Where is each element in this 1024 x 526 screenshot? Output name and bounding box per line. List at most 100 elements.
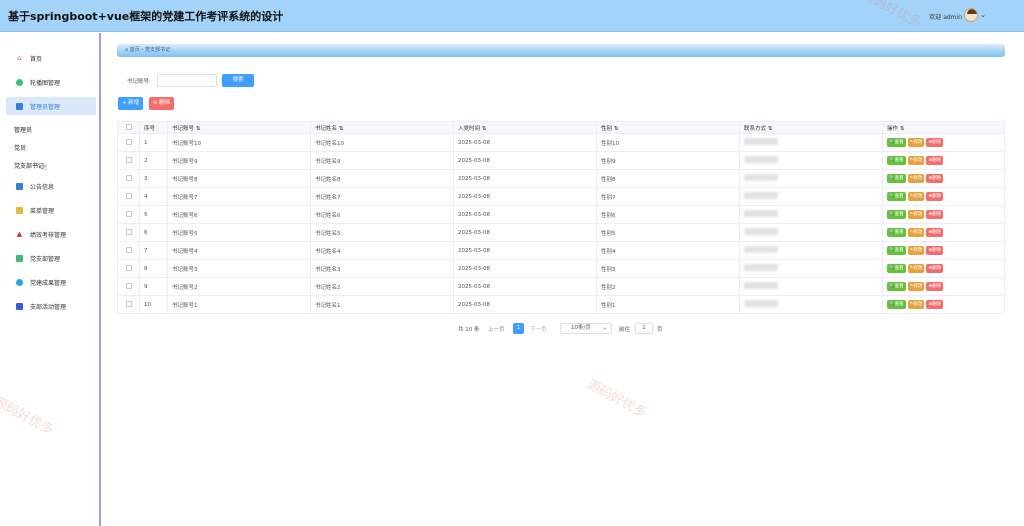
- delete-row-button[interactable]: ⊗删除: [926, 282, 944, 291]
- row-account: 书记账号9: [167, 151, 311, 170]
- delete-row-button[interactable]: ⊗删除: [926, 210, 944, 219]
- table-row: 3 书记账号8 书记姓名8 2025-03-08 性别8 🔍查看 ✎修改 ⊗删除: [117, 169, 1005, 188]
- carousel-icon: [16, 78, 23, 86]
- pagination-prev[interactable]: 上一页: [488, 325, 505, 333]
- activity-icon: [16, 302, 23, 310]
- row-checkbox[interactable]: [117, 223, 140, 242]
- row-actions: 🔍查看 ✎修改 ⊗删除: [882, 295, 1005, 314]
- edit-button[interactable]: ✎修改: [907, 282, 925, 291]
- row-phone: [739, 295, 883, 314]
- edit-button[interactable]: ✎修改: [907, 174, 925, 183]
- pagination-next[interactable]: 下一页: [530, 325, 547, 333]
- row-date: 2025-03-08: [453, 169, 597, 188]
- column-header[interactable]: 操作 ⇅: [882, 121, 1005, 134]
- row-phone: [739, 223, 883, 242]
- row-actions: 🔍查看 ✎修改 ⊗删除: [882, 151, 1005, 170]
- row-index: 1: [139, 133, 168, 152]
- column-header[interactable]: 性别 ⇅: [596, 121, 740, 134]
- sidebar-item-notice[interactable]: 公告信息: [6, 177, 96, 195]
- sidebar-item-admin[interactable]: 管理员管理: [6, 97, 96, 115]
- view-button[interactable]: 🔍查看: [887, 138, 906, 147]
- row-actions: 🔍查看 ✎修改 ⊗删除: [882, 169, 1005, 188]
- row-name: 书记姓名4: [310, 241, 454, 260]
- view-button[interactable]: 🔍查看: [887, 192, 906, 201]
- sidebar-item-activity[interactable]: 支部活动管理: [6, 297, 96, 315]
- column-header[interactable]: 书记账号 ⇅: [167, 121, 311, 134]
- view-button[interactable]: 🔍查看: [887, 264, 906, 273]
- row-actions: 🔍查看 ✎修改 ⊗删除: [882, 259, 1005, 278]
- sidebar-item-label: 管理员管理: [30, 103, 61, 111]
- add-button[interactable]: + 新增: [118, 97, 143, 110]
- edit-button[interactable]: ✎修改: [907, 156, 925, 165]
- sidebar-item-branch[interactable]: 党支部管理: [6, 249, 96, 267]
- row-checkbox[interactable]: [117, 187, 140, 206]
- sidebar-item-performance[interactable]: ▲ 绩效考核管理: [6, 225, 96, 243]
- delete-row-button[interactable]: ⊗删除: [926, 156, 944, 165]
- blurred-phone: [744, 138, 778, 145]
- edit-button[interactable]: ✎修改: [907, 210, 925, 219]
- edit-button[interactable]: ✎修改: [907, 300, 925, 309]
- row-checkbox[interactable]: [117, 295, 140, 314]
- goto-page-input[interactable]: 1: [635, 323, 653, 334]
- table-row: 8 书记账号3 书记姓名3 2025-03-08 性别3 🔍查看 ✎修改 ⊗删除: [117, 259, 1005, 278]
- sidebar-subitem-admins[interactable]: 管理员: [14, 125, 32, 134]
- row-date: 2025-03-08: [453, 205, 597, 224]
- chevron-down-icon[interactable]: ⌄: [980, 11, 986, 19]
- sidebar-item-carousel[interactable]: 轮播图管理: [6, 73, 96, 91]
- page-size-select[interactable]: 10条/页 ⌄: [560, 323, 612, 334]
- view-button[interactable]: 🔍查看: [887, 174, 906, 183]
- row-index: 6: [139, 223, 168, 242]
- delete-row-button[interactable]: ⊗删除: [926, 228, 944, 237]
- row-checkbox[interactable]: [117, 205, 140, 224]
- row-checkbox[interactable]: [117, 133, 140, 152]
- edit-button[interactable]: ✎修改: [907, 228, 925, 237]
- view-button[interactable]: 🔍查看: [887, 210, 906, 219]
- delete-row-button[interactable]: ⊗删除: [926, 192, 944, 201]
- blurred-phone: [744, 228, 778, 235]
- row-checkbox[interactable]: [117, 277, 140, 296]
- delete-row-button[interactable]: ⊗删除: [926, 300, 944, 309]
- sidebar-item-menu[interactable]: 菜单管理: [6, 201, 96, 219]
- row-date: 2025-03-08: [453, 187, 597, 206]
- view-button[interactable]: 🔍查看: [887, 246, 906, 255]
- row-index: 3: [139, 169, 168, 188]
- data-table: 序号 书记账号 ⇅ 书记姓名 ⇅ 入党时间 ⇅ 性别 ⇅ 联系方式 ⇅ 操作 ⇅…: [117, 121, 1005, 314]
- column-header[interactable]: 联系方式 ⇅: [739, 121, 883, 134]
- sidebar-subitem-secretaries[interactable]: 党支部书记: [14, 161, 44, 170]
- breadcrumb-home[interactable]: 首页: [130, 47, 140, 53]
- row-checkbox[interactable]: [117, 241, 140, 260]
- edit-button[interactable]: ✎修改: [907, 138, 925, 147]
- user-avatar[interactable]: [964, 8, 978, 22]
- sidebar-subitem-members[interactable]: 党员: [14, 143, 26, 152]
- delete-button[interactable]: ⊖ 删除: [149, 97, 174, 110]
- table-header-row: 序号 书记账号 ⇅ 书记姓名 ⇅ 入党时间 ⇅ 性别 ⇅ 联系方式 ⇅ 操作 ⇅: [117, 121, 1005, 134]
- edit-button[interactable]: ✎修改: [907, 264, 925, 273]
- view-button[interactable]: 🔍查看: [887, 282, 906, 291]
- view-button[interactable]: 🔍查看: [887, 228, 906, 237]
- pagination-page-1[interactable]: 1: [513, 323, 524, 334]
- select-all-checkbox[interactable]: [117, 121, 140, 134]
- delete-row-button[interactable]: ⊗删除: [926, 264, 944, 273]
- delete-row-button[interactable]: ⊗删除: [926, 246, 944, 255]
- view-button[interactable]: 🔍查看: [887, 156, 906, 165]
- column-header[interactable]: 入党时间 ⇅: [453, 121, 597, 134]
- row-gender: 性别8: [596, 169, 740, 188]
- row-name: 书记姓名3: [310, 259, 454, 278]
- row-checkbox[interactable]: [117, 169, 140, 188]
- delete-row-button[interactable]: ⊗删除: [926, 138, 944, 147]
- sidebar-item-achievement[interactable]: 党建成果管理: [6, 273, 96, 291]
- row-phone: [739, 169, 883, 188]
- search-input[interactable]: [157, 74, 217, 87]
- column-header[interactable]: 书记姓名 ⇅: [310, 121, 454, 134]
- delete-row-button[interactable]: ⊗删除: [926, 174, 944, 183]
- sidebar-item-home[interactable]: ⌂ 首页: [6, 49, 96, 67]
- row-date: 2025-03-08: [453, 133, 597, 152]
- row-index: 5: [139, 205, 168, 224]
- row-name: 书记姓名1: [310, 295, 454, 314]
- edit-button[interactable]: ✎修改: [907, 192, 925, 201]
- view-button[interactable]: 🔍查看: [887, 300, 906, 309]
- row-checkbox[interactable]: [117, 259, 140, 278]
- row-checkbox[interactable]: [117, 151, 140, 170]
- search-button[interactable]: 搜索: [222, 74, 254, 87]
- edit-button[interactable]: ✎修改: [907, 246, 925, 255]
